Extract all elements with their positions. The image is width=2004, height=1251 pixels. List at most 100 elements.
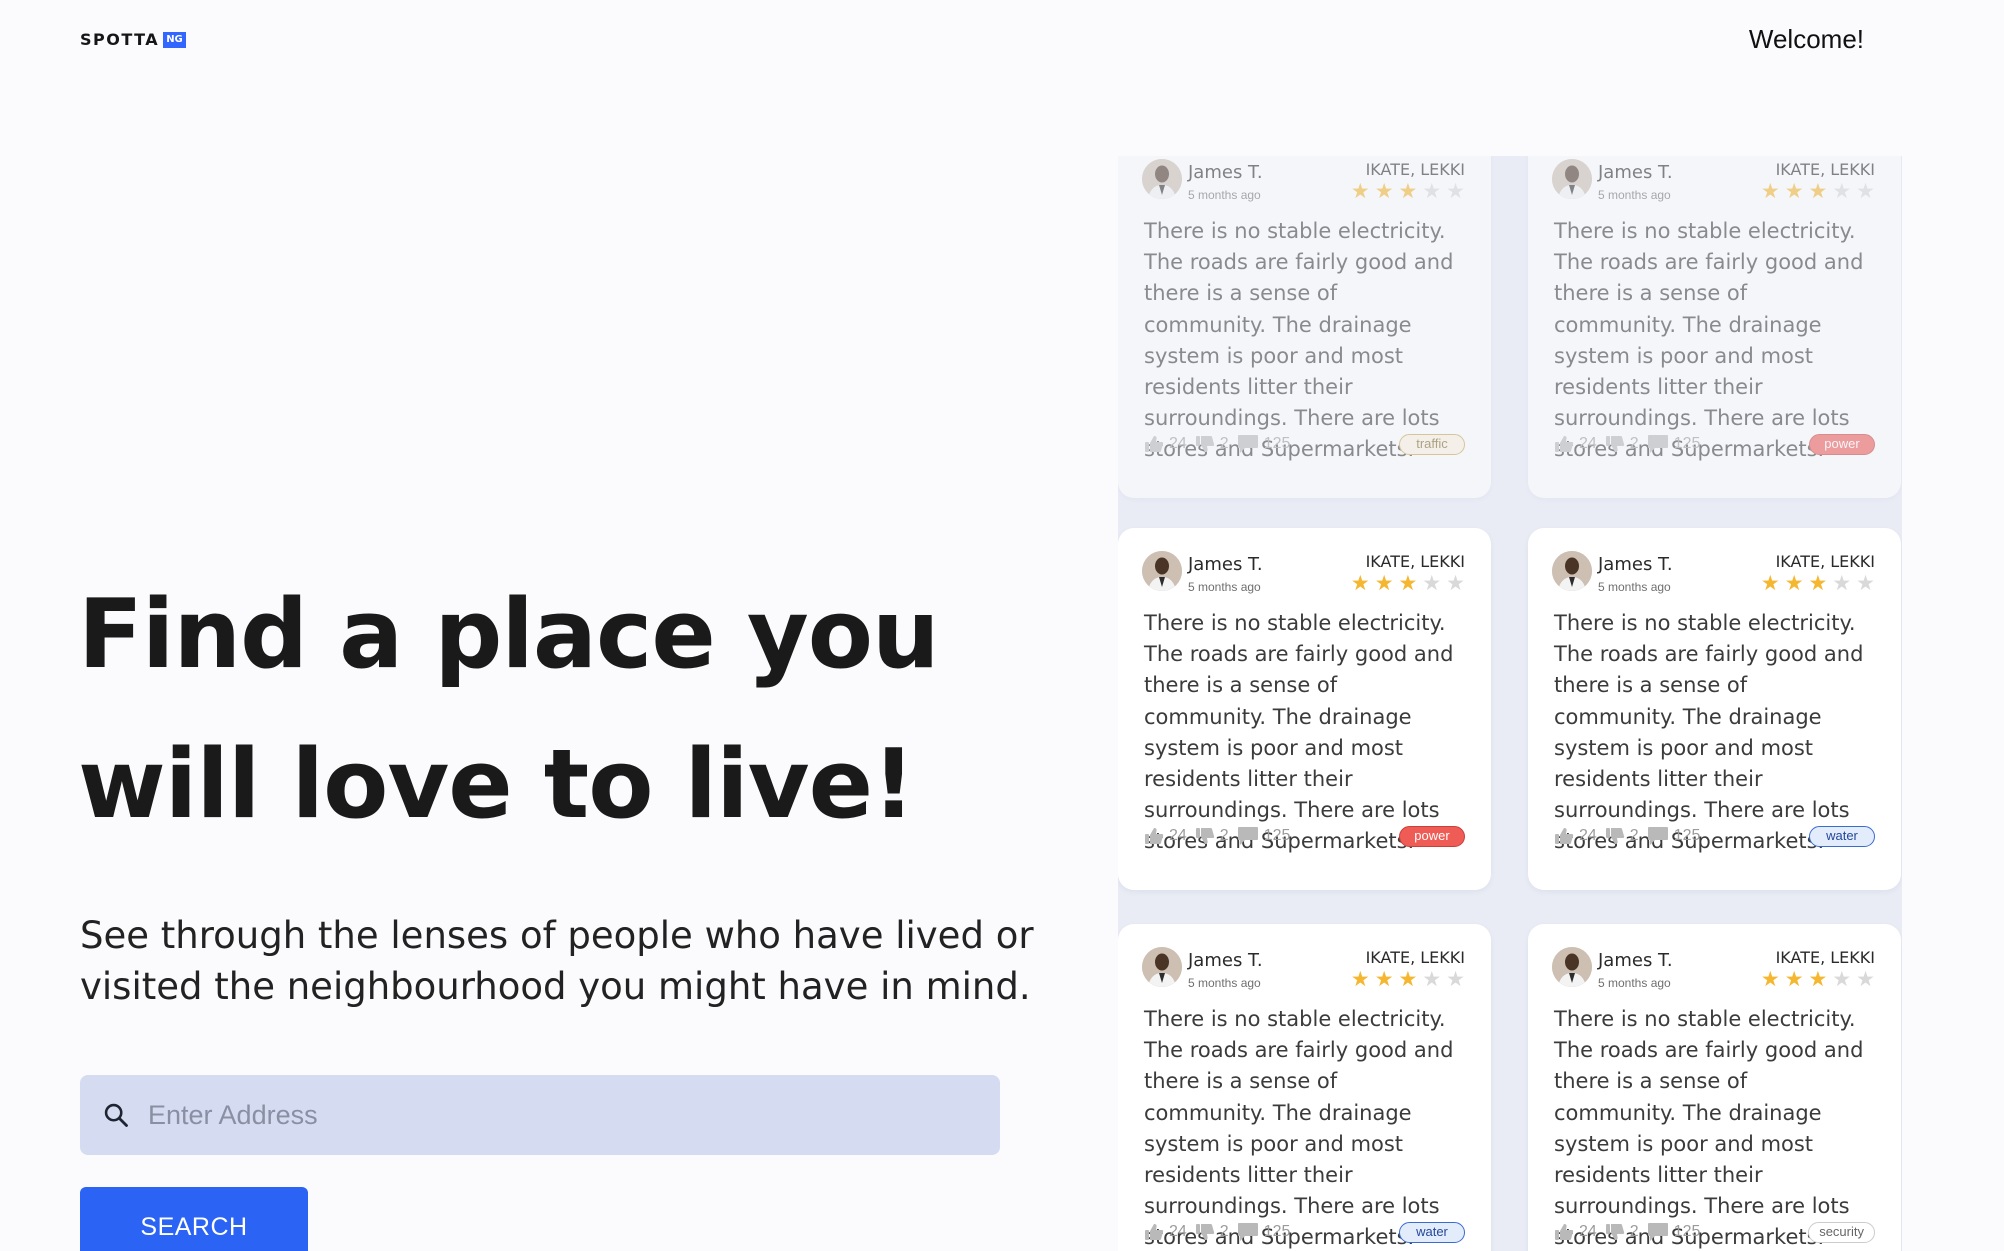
search-box[interactable] (80, 1075, 1000, 1155)
like-count: 24 (1169, 1223, 1187, 1240)
dislike-button[interactable]: 2 (1605, 1223, 1639, 1241)
star-icon: ★ (1374, 180, 1394, 203)
review-text: There is no stable electricity. The road… (1144, 219, 1454, 462)
star-icon: ★ (1832, 180, 1852, 203)
like-button[interactable]: 24 (1554, 1223, 1597, 1241)
category-tag[interactable]: water (1809, 825, 1875, 847)
like-count: 24 (1579, 435, 1597, 452)
address-search-input[interactable] (148, 1085, 988, 1145)
comment-count: 125 (1673, 435, 1701, 452)
star-rating: ★ ★ ★ ★ ★ (1761, 180, 1875, 204)
like-count: 24 (1579, 1223, 1597, 1240)
star-rating: ★ ★ ★ ★ ★ (1761, 572, 1875, 596)
dislike-count: 2 (1629, 827, 1639, 844)
star-icon: ★ (1832, 968, 1852, 991)
star-icon: ★ (1856, 968, 1875, 991)
thumbs-down-icon (1605, 435, 1625, 453)
review-time: 5 months ago (1188, 580, 1261, 594)
review-text: There is no stable electricity. The road… (1144, 611, 1454, 854)
comment-icon (1647, 826, 1669, 846)
dislike-button[interactable]: 2 (1195, 435, 1229, 453)
like-button[interactable]: 24 (1144, 827, 1187, 845)
comment-button[interactable]: 125 (1237, 1222, 1290, 1242)
star-icon: ★ (1398, 180, 1418, 203)
comment-icon (1647, 434, 1669, 454)
like-count: 24 (1579, 827, 1597, 844)
review-text: There is no stable electricity. The road… (1144, 1007, 1454, 1250)
review-card[interactable]: James T. 5 months ago IKATE, LEKKI ★ ★ ★ ★ ★ The… (1118, 528, 1491, 890)
review-time: 5 months ago (1598, 580, 1671, 594)
dislike-button[interactable]: 2 (1195, 1223, 1229, 1241)
review-card[interactable]: James T. 5 months ago IKATE, LEKKI ★ ★ ★ ★ ★ The… (1118, 924, 1491, 1251)
dislike-button[interactable]: 2 (1605, 435, 1639, 453)
review-footer: 24 2 125 water (1554, 824, 1875, 848)
star-icon: ★ (1398, 572, 1418, 595)
thumbs-up-icon (1554, 827, 1574, 845)
search-icon (102, 1101, 130, 1129)
logo[interactable]: SPOTTA NG (80, 30, 186, 49)
comment-button[interactable]: 125 (1237, 826, 1291, 846)
avatar (1142, 159, 1182, 199)
comment-icon (1237, 1222, 1259, 1242)
like-count: 24 (1169, 827, 1187, 844)
star-icon: ★ (1832, 572, 1852, 595)
landing-page: SPOTTA NG Welcome! Find a place you will… (0, 0, 2004, 1251)
like-button[interactable]: 24 (1144, 435, 1187, 453)
like-button[interactable]: 24 (1554, 435, 1597, 453)
review-footer: 24 2 125 power (1144, 824, 1465, 848)
review-header: James T. 5 months ago IKATE, LEKKI ★ ★ ★ ★ ★ (1552, 156, 1875, 204)
comment-icon (1237, 434, 1259, 454)
category-tag[interactable]: power (1809, 433, 1875, 455)
comment-count: 125 (1263, 827, 1291, 844)
thumbs-down-icon (1195, 827, 1215, 845)
welcome-text: Welcome! (1748, 24, 1864, 54)
star-icon: ★ (1760, 968, 1780, 991)
review-time: 5 months ago (1598, 188, 1671, 202)
review-text: There is no stable electricity. The road… (1554, 219, 1864, 462)
dislike-count: 2 (1219, 435, 1229, 452)
star-icon: ★ (1856, 180, 1875, 203)
review-location: IKATE, LEKKI (1365, 160, 1465, 179)
review-header: James T. 5 months ago IKATE, LEKKI ★ ★ ★ ★ ★ (1552, 924, 1875, 992)
comment-button[interactable]: 125 (1647, 1222, 1700, 1242)
review-location: IKATE, LEKKI (1365, 948, 1465, 967)
search-button[interactable]: SEARCH (80, 1187, 308, 1251)
review-time: 5 months ago (1188, 188, 1261, 202)
star-icon: ★ (1808, 572, 1828, 595)
like-button[interactable]: 24 (1144, 1223, 1187, 1241)
review-footer: 24 2 125 security (1554, 1220, 1875, 1244)
review-text: There is no stable electricity. The road… (1554, 1007, 1864, 1250)
reviews-panel[interactable]: James T. 5 months ago IKATE, LEKKI ★ ★ ★ ★ ★ The… (1118, 156, 1902, 1251)
comment-button[interactable]: 125 (1647, 434, 1701, 454)
review-header: James T. 5 months ago IKATE, LEKKI ★ ★ ★ ★ ★ (1142, 156, 1465, 204)
review-card[interactable]: James T. 5 months ago IKATE, LEKKI ★ ★ ★ ★ ★ The… (1528, 924, 1901, 1251)
star-icon: ★ (1784, 572, 1804, 595)
star-icon: ★ (1350, 180, 1370, 203)
dislike-count: 2 (1629, 435, 1639, 452)
star-icon: ★ (1760, 572, 1780, 595)
review-header: James T. 5 months ago IKATE, LEKKI ★ ★ ★ ★ ★ (1552, 528, 1875, 596)
thumbs-down-icon (1605, 1223, 1625, 1241)
dislike-button[interactable]: 2 (1605, 827, 1639, 845)
star-icon: ★ (1446, 968, 1465, 991)
comment-button[interactable]: 125 (1237, 434, 1290, 454)
like-button[interactable]: 24 (1554, 827, 1597, 845)
comment-button[interactable]: 125 (1647, 826, 1700, 846)
category-tag[interactable]: traffic (1399, 433, 1465, 455)
review-card[interactable]: James T. 5 months ago IKATE, LEKKI ★ ★ ★ ★ ★ The… (1528, 528, 1901, 890)
star-rating: ★ ★ ★ ★ ★ (1351, 968, 1465, 992)
star-icon: ★ (1350, 968, 1370, 991)
logo-badge: NG (163, 31, 186, 48)
dislike-button[interactable]: 2 (1195, 827, 1229, 845)
review-card[interactable]: James T. 5 months ago IKATE, LEKKI ★ ★ ★ ★ ★ The… (1118, 156, 1491, 498)
review-header: James T. 5 months ago IKATE, LEKKI ★ ★ ★ ★ ★ (1142, 924, 1465, 992)
avatar (1142, 551, 1182, 591)
category-tag[interactable]: water (1399, 1221, 1465, 1243)
category-tag[interactable]: security (1808, 1221, 1875, 1243)
dislike-count: 2 (1219, 827, 1229, 844)
star-icon: ★ (1422, 968, 1442, 991)
comment-icon (1647, 1222, 1669, 1242)
review-card[interactable]: James T. 5 months ago IKATE, LEKKI ★ ★ ★ ★ ★ The… (1528, 156, 1901, 498)
like-count: 24 (1169, 435, 1187, 452)
category-tag[interactable]: power (1399, 825, 1465, 847)
